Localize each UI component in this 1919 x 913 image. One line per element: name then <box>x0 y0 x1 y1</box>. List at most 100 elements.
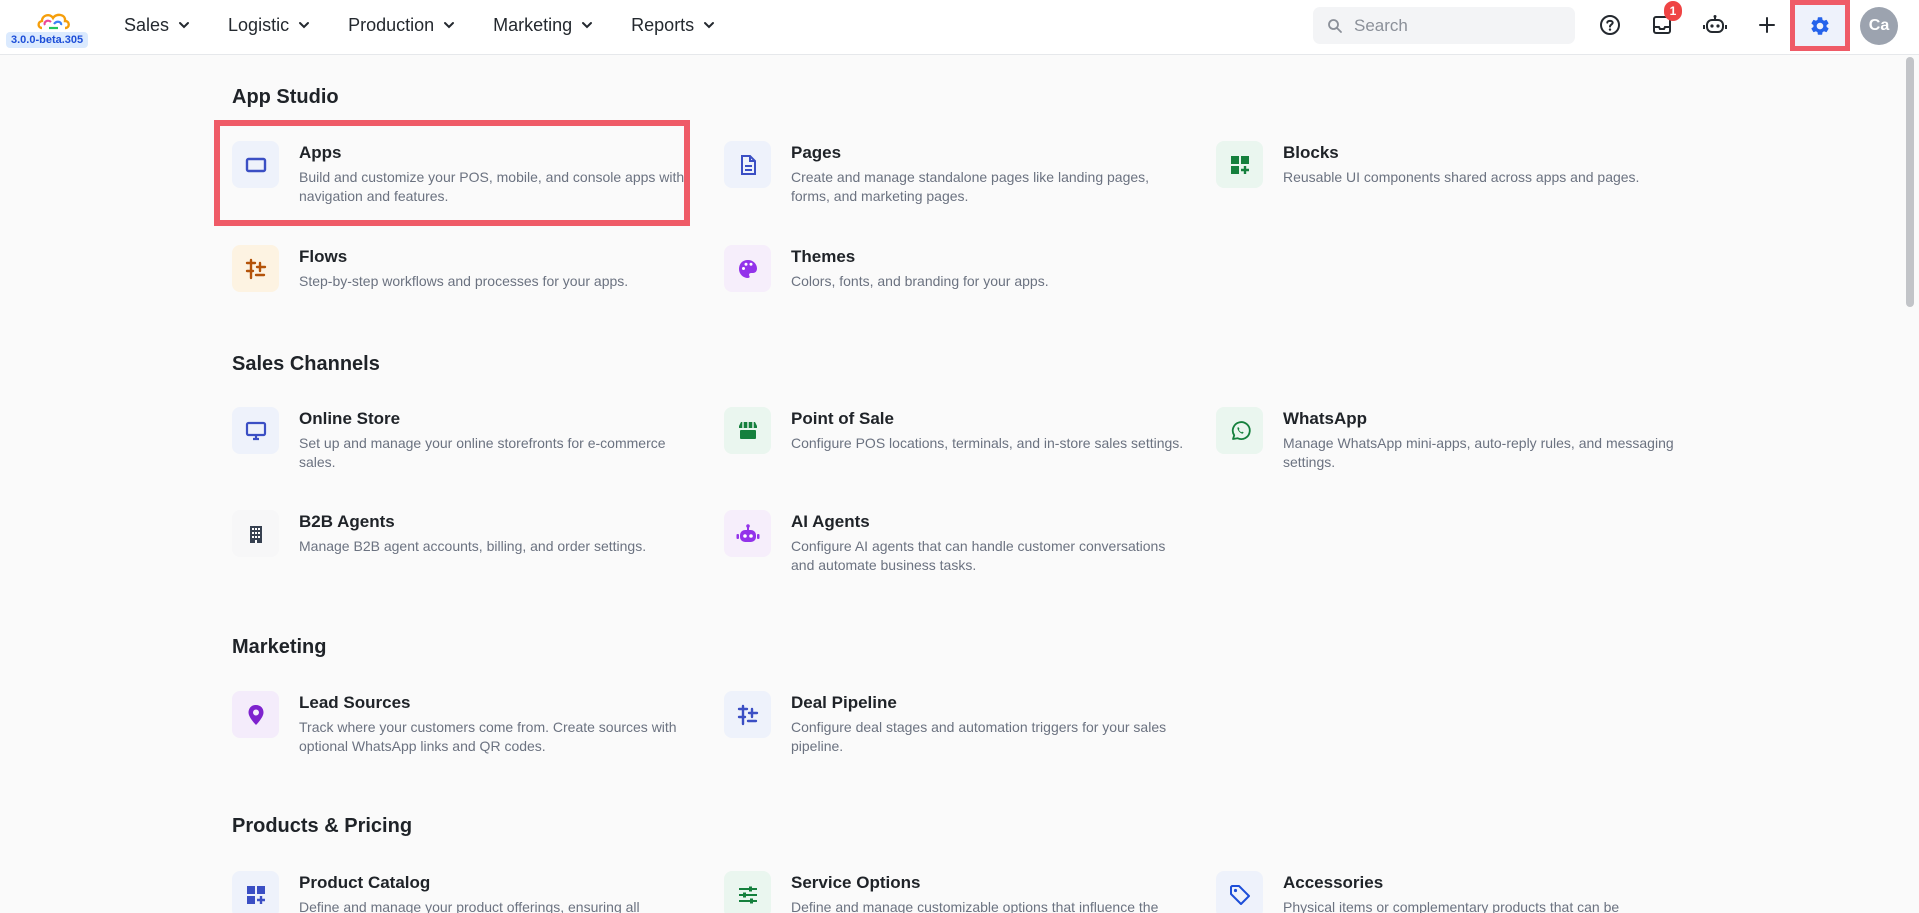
nav-item-reports[interactable]: Reports <box>631 15 716 36</box>
nav-label: Marketing <box>493 14 573 35</box>
card-point-of-sale[interactable]: Point of Sale Configure POS locations, t… <box>724 407 1183 487</box>
card-deal-pipeline[interactable]: Deal Pipeline Configure deal stages and … <box>724 691 1166 771</box>
assistant-button[interactable] <box>1702 12 1728 38</box>
card-title: WhatsApp <box>1283 409 1368 428</box>
chevron-down-icon <box>299 22 310 29</box>
card-description: Physical items or complementary products… <box>1283 899 1620 913</box>
tag-icon <box>1229 884 1250 905</box>
brand-logo[interactable]: 3.0.0-beta.305 <box>6 6 98 52</box>
monitor-icon <box>245 421 266 440</box>
nav-item-marketing[interactable]: Marketing <box>493 15 594 36</box>
card-title: Service Options <box>791 873 921 892</box>
nav-label: Sales <box>124 14 170 35</box>
chevron-down-icon <box>179 22 190 29</box>
card-title: Deal Pipeline <box>791 693 897 712</box>
card-description: Track where your customers come from. Cr… <box>299 719 677 754</box>
sliders-icon <box>738 886 757 903</box>
card-title: B2B Agents <box>299 512 395 531</box>
main-nav: Sales Logistic Production Marketing Repo… <box>124 0 753 50</box>
card-description: Configure deal stages and automation tri… <box>791 719 1167 754</box>
card-ai-agents[interactable]: AI Agents Configure AI agents that can h… <box>724 510 1165 590</box>
section-title-products-pricing: Products & Pricing <box>232 815 413 837</box>
help-button[interactable] <box>1597 12 1623 38</box>
card-title: Accessories <box>1283 873 1384 892</box>
nav-item-production[interactable]: Production <box>348 15 456 36</box>
top-bar: 3.0.0-beta.305 Sales Logistic Production… <box>0 0 1919 55</box>
card-icon-box <box>724 871 771 913</box>
nav-item-logistic[interactable]: Logistic <box>228 15 311 36</box>
nav-label: Logistic <box>228 14 290 35</box>
palette-icon <box>738 259 757 278</box>
card-pages[interactable]: Pages Create and manage standalone pages… <box>724 141 1164 221</box>
card-description: Manage WhatsApp mini-apps, auto-reply ru… <box>1283 435 1674 470</box>
building-icon <box>249 525 262 543</box>
card-description: Reusable UI components shared across app… <box>1283 169 1640 185</box>
cloud-logo-icon <box>37 13 70 30</box>
card-service-options[interactable]: Service Options Define and manage custom… <box>724 871 1164 913</box>
card-description: Configure AI agents that can handle cust… <box>791 538 1166 573</box>
card-online-store[interactable]: Online Store Set up and manage your onli… <box>232 407 672 487</box>
card-icon-box <box>724 245 771 292</box>
card-whatsapp[interactable]: WhatsApp Manage WhatsApp mini-apps, auto… <box>1216 407 1674 487</box>
create-button[interactable] <box>1754 12 1780 38</box>
card-description: Colors, fonts, and branding for your app… <box>791 273 1049 289</box>
card-icon-box <box>1216 407 1263 454</box>
card-icon-box <box>232 691 279 738</box>
section-title-app-studio: App Studio <box>232 86 339 108</box>
card-accessories[interactable]: Accessories Physical items or complement… <box>1216 871 1656 913</box>
card-title: Pages <box>791 143 842 162</box>
nav-item-sales[interactable]: Sales <box>124 15 191 36</box>
plus-icon <box>1759 17 1775 33</box>
card-icon-box <box>232 871 279 913</box>
nav-label: Reports <box>631 14 695 35</box>
page-scrollbar[interactable] <box>1906 57 1914 307</box>
search-input[interactable] <box>1354 15 1554 36</box>
location-pin-icon <box>248 704 263 725</box>
card-icon-box <box>232 510 279 557</box>
settings-icon <box>1811 16 1829 35</box>
card-product-catalog[interactable]: Product Catalog Define and manage your p… <box>232 871 672 913</box>
search-bar[interactable] <box>1313 7 1575 44</box>
card-flows[interactable]: Flows Step-by-step workflows and process… <box>232 245 672 325</box>
card-icon-box <box>724 691 771 738</box>
card-description: Define and manage customizable options t… <box>791 899 1159 913</box>
chevron-down-icon <box>582 22 593 29</box>
chevron-down-icon <box>444 22 455 29</box>
card-title: Blocks <box>1283 143 1339 162</box>
card-blocks[interactable]: Blocks Reusable UI components shared acr… <box>1216 141 1656 221</box>
card-title: Point of Sale <box>791 409 894 428</box>
card-title: Online Store <box>299 409 401 428</box>
help-icon <box>1600 15 1620 35</box>
notification-badge: 1 <box>1664 1 1682 21</box>
card-b2b-agents[interactable]: B2B Agents Manage B2B agent accounts, bi… <box>232 510 672 590</box>
card-icon-box <box>724 407 771 454</box>
card-description: Create and manage standalone pages like … <box>791 169 1150 204</box>
chevron-down-icon <box>704 22 715 29</box>
settings-button[interactable] <box>1790 0 1850 51</box>
card-title: Lead Sources <box>299 693 411 712</box>
card-description: Step-by-step workflows and processes for… <box>299 273 629 289</box>
card-description: Define and manage your product offerings… <box>299 899 640 913</box>
card-themes[interactable]: Themes Colors, fonts, and branding for y… <box>724 245 1164 325</box>
card-title: Product Catalog <box>299 873 431 892</box>
storefront-icon <box>738 421 757 439</box>
blocks-grid-icon <box>1230 155 1249 174</box>
section-title-marketing: Marketing <box>232 636 327 658</box>
pipeline-icon <box>737 704 758 725</box>
card-title: AI Agents <box>791 512 870 531</box>
avatar[interactable]: Ca <box>1860 7 1898 45</box>
whatsapp-icon <box>1231 420 1251 440</box>
card-title: Flows <box>299 247 348 266</box>
search-icon <box>1328 18 1342 33</box>
card-description: Set up and manage your online storefront… <box>299 435 666 470</box>
card-lead-sources[interactable]: Lead Sources Track where your customers … <box>232 691 677 771</box>
catalog-grid-icon <box>246 885 265 904</box>
page-document-icon <box>740 154 756 175</box>
card-icon-box <box>724 141 771 188</box>
card-icon-box <box>1216 141 1263 188</box>
card-icon-box <box>724 510 771 557</box>
version-badge: 3.0.0-beta.305 <box>6 32 89 48</box>
bot-icon <box>1703 15 1727 33</box>
section-title-sales-channels: Sales Channels <box>232 353 380 375</box>
card-icon-box <box>232 245 279 292</box>
